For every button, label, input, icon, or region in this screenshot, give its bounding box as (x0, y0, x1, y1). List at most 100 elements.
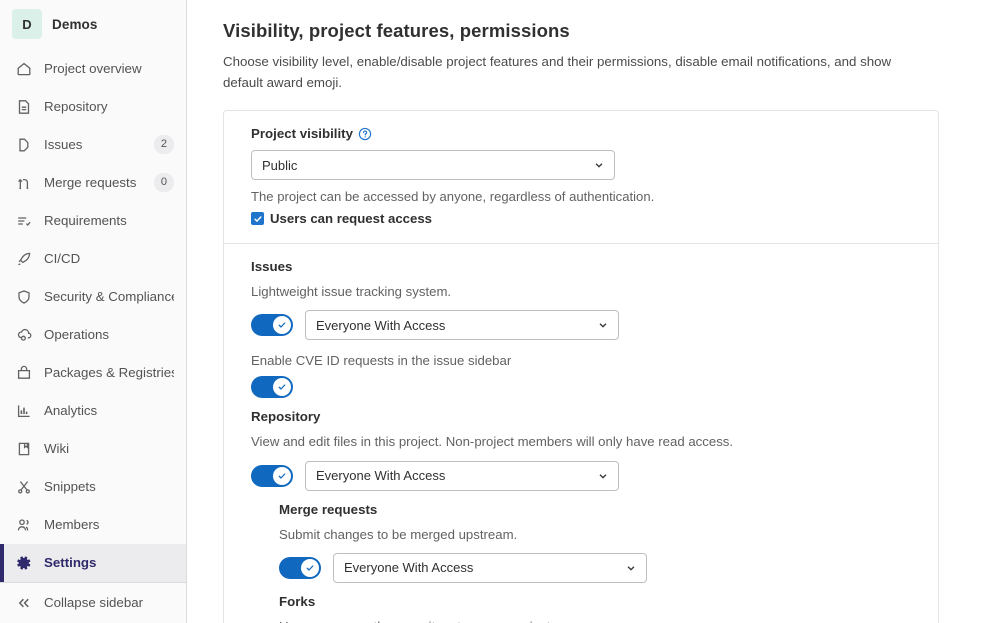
toggle-check-icon (273, 316, 291, 335)
sidebar-item-wiki[interactable]: Wiki (0, 430, 186, 468)
page-title: Visibility, project features, permission… (223, 20, 570, 41)
collapse-sidebar-label: Collapse sidebar (44, 595, 144, 611)
project-visibility-select[interactable]: Public (251, 150, 615, 181)
home-icon (16, 61, 32, 77)
issues-feature-description: Lightweight issue tracking system. (251, 284, 452, 300)
cve-control-row (251, 376, 911, 399)
toggle-check-icon (301, 558, 319, 577)
issues-feature-title: Issues (251, 259, 293, 275)
project-visibility-label: Project visibility (251, 126, 911, 141)
sidebar-item-analytics[interactable]: Analytics (0, 392, 186, 430)
settings-card: Project visibility Public The project ca… (223, 110, 939, 623)
forks-feature-title: Forks (279, 593, 316, 609)
issues-access-value: Everyone With Access (316, 317, 446, 333)
package-icon (16, 365, 32, 381)
sidebar-nav: Project overview Repository Issues 2 Mer… (0, 48, 186, 582)
chevron-down-icon (597, 319, 609, 331)
project-name: Demos (52, 16, 98, 32)
issues-count-badge: 2 (153, 135, 174, 155)
sidebar-item-label: Snippets (44, 479, 96, 495)
sidebar-item-label: Operations (44, 327, 110, 343)
project-visibility-hint: The project can be accessed by anyone, r… (251, 189, 655, 205)
sidebar-item-label: Packages & Registries (44, 365, 174, 381)
repository-control-row: Everyone With Access (251, 460, 911, 491)
chart-icon (16, 403, 32, 419)
repository-feature-description: View and edit files in this project. Non… (251, 434, 734, 450)
merge-requests-feature-description: Submit changes to be merged upstream. (279, 526, 518, 542)
merge-requests-control-row: Everyone With Access (279, 552, 911, 583)
merge-requests-access-value: Everyone With Access (344, 560, 474, 576)
merge-requests-toggle[interactable] (279, 556, 321, 579)
toggle-check-icon (273, 378, 291, 397)
sidebar-item-label: Project overview (44, 61, 142, 77)
document-icon (16, 99, 32, 115)
cloud-gear-icon (16, 327, 32, 343)
sidebar-item-security-compliance[interactable]: Security & Compliance (0, 278, 186, 316)
sidebar-item-label: Wiki (44, 441, 70, 457)
sidebar-item-members[interactable]: Members (0, 506, 186, 544)
book-icon (16, 441, 32, 457)
issue-icon (16, 137, 32, 153)
sidebar-item-repository[interactable]: Repository (0, 88, 186, 126)
page-description: Choose visibility level, enable/disable … (223, 54, 892, 90)
repository-feature-title: Repository (251, 409, 321, 425)
sidebar-item-snippets[interactable]: Snippets (0, 468, 186, 506)
chevron-down-icon (625, 562, 637, 574)
project-visibility-section: Project visibility Public The project ca… (224, 111, 938, 243)
merge-requests-subsection: Merge requests Submit changes to be merg… (279, 502, 911, 623)
merge-requests-feature-title: Merge requests (279, 501, 378, 517)
repository-access-select[interactable]: Everyone With Access (305, 460, 619, 491)
sidebar-item-label: Merge requests (44, 175, 137, 191)
question-circle-icon[interactable] (358, 127, 372, 141)
sidebar-item-project-overview[interactable]: Project overview (0, 50, 186, 88)
sidebar-item-packages-registries[interactable]: Packages & Registries (0, 354, 186, 392)
issues-access-select[interactable]: Everyone With Access (305, 310, 619, 341)
project-visibility-selected-value: Public (262, 157, 298, 173)
project-sidebar: D Demos Project overview Repository Issu… (0, 0, 187, 623)
sidebar-project-header[interactable]: D Demos (0, 0, 186, 48)
checkbox-checked-icon[interactable] (251, 212, 264, 226)
merge-requests-access-select[interactable]: Everyone With Access (333, 552, 647, 583)
sidebar-item-merge-requests[interactable]: Merge requests 0 (0, 164, 186, 202)
repository-toggle[interactable] (251, 464, 293, 487)
sidebar-item-issues[interactable]: Issues 2 (0, 126, 186, 164)
sidebar-item-operations[interactable]: Operations (0, 316, 186, 354)
project-features-section: Issues Lightweight issue tracking system… (224, 243, 938, 623)
sidebar-item-label: Issues (44, 137, 83, 153)
sidebar-item-ci-cd[interactable]: CI/CD (0, 240, 186, 278)
collapse-sidebar-button[interactable]: Collapse sidebar (0, 581, 186, 623)
request-access-label: Users can request access (270, 211, 433, 227)
sidebar-item-label: Members (44, 517, 100, 533)
sidebar-item-label: Requirements (44, 213, 127, 229)
merge-requests-count-badge: 0 (153, 173, 174, 193)
issues-control-row: Everyone With Access (251, 310, 911, 341)
repository-access-value: Everyone With Access (316, 468, 446, 484)
chevron-down-icon (593, 159, 605, 171)
forks-feature-description: Users can copy the repository to a new p… (279, 617, 911, 623)
users-icon (16, 517, 32, 533)
cve-id-requests-toggle[interactable] (251, 376, 293, 399)
chevron-down-icon (597, 470, 609, 482)
sidebar-item-label: Analytics (44, 403, 98, 419)
cve-id-requests-label: Enable CVE ID requests in the issue side… (251, 353, 512, 369)
sidebar-item-requirements[interactable]: Requirements (0, 202, 186, 240)
sidebar-item-label: Security & Compliance (44, 289, 174, 305)
rocket-icon (16, 251, 32, 267)
gear-icon (16, 555, 32, 571)
issues-toggle[interactable] (251, 314, 293, 337)
project-visibility-label-text: Project visibility (251, 126, 353, 142)
shield-icon (16, 289, 32, 305)
settings-main: Visibility, project features, permission… (187, 0, 997, 623)
requirements-icon (16, 213, 32, 229)
sidebar-item-label: Repository (44, 99, 108, 115)
merge-request-icon (16, 175, 32, 191)
scissors-icon (16, 479, 32, 495)
sidebar-item-label: Settings (44, 555, 97, 571)
app-root: D Demos Project overview Repository Issu… (0, 0, 997, 623)
sidebar-item-label: CI/CD (44, 251, 81, 267)
toggle-check-icon (273, 466, 291, 485)
sidebar-item-settings[interactable]: Settings (0, 543, 186, 582)
project-avatar: D (12, 9, 42, 40)
chevron-double-left-icon (16, 595, 32, 611)
request-access-checkbox-row[interactable]: Users can request access (251, 211, 911, 226)
